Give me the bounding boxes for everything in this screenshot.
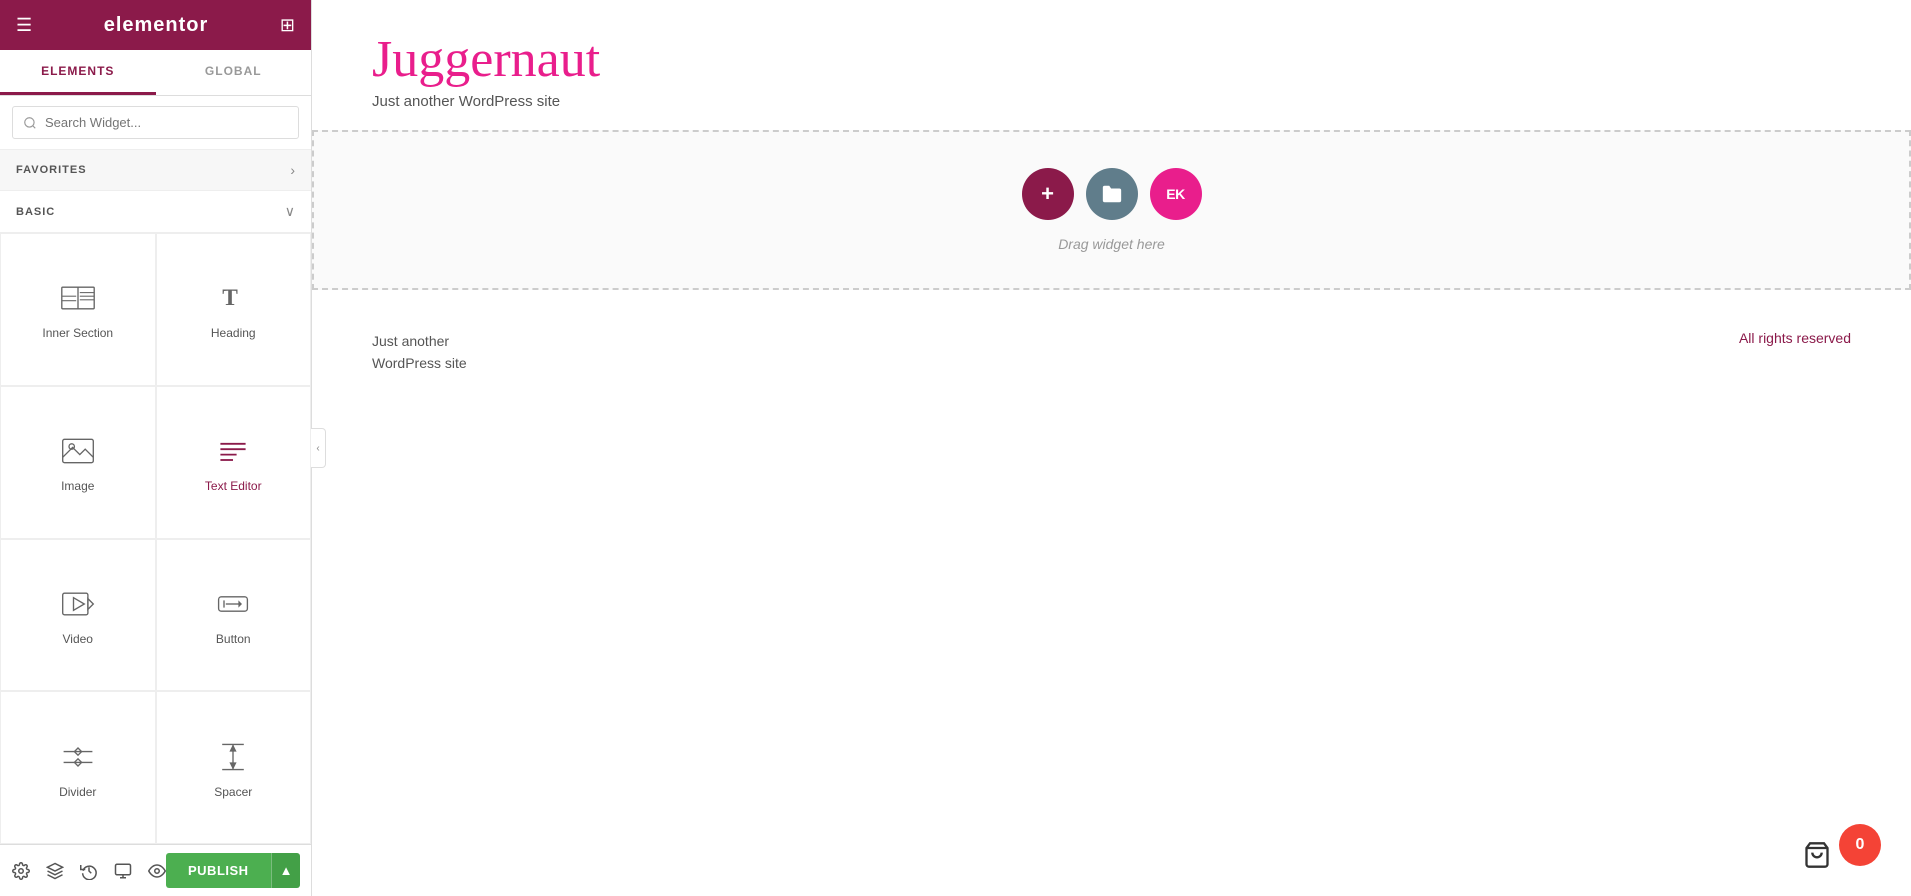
widget-text-editor[interactable]: Text Editor bbox=[156, 386, 312, 539]
button-icon bbox=[213, 584, 253, 624]
inner-section-icon bbox=[58, 278, 98, 318]
widget-video[interactable]: Video bbox=[0, 539, 156, 692]
add-element-button[interactable]: + bbox=[1022, 168, 1074, 220]
cart-badge[interactable]: 0 bbox=[1839, 824, 1881, 866]
widget-divider[interactable]: Divider bbox=[0, 691, 156, 844]
heading-label: Heading bbox=[211, 326, 256, 340]
favorites-arrow-icon: › bbox=[290, 162, 295, 178]
video-icon bbox=[58, 584, 98, 624]
basic-label: BASIC bbox=[16, 206, 55, 218]
hamburger-menu-icon[interactable]: ☰ bbox=[16, 15, 32, 36]
grid-icon[interactable]: ⊞ bbox=[280, 15, 295, 36]
widget-image[interactable]: Image bbox=[0, 386, 156, 539]
widget-inner-section[interactable]: Inner Section bbox=[0, 233, 156, 386]
divider-label: Divider bbox=[59, 785, 96, 799]
widget-heading[interactable]: T Heading bbox=[156, 233, 312, 386]
settings-icon[interactable] bbox=[12, 862, 30, 880]
button-label: Button bbox=[216, 632, 251, 646]
heading-icon: T bbox=[213, 278, 253, 318]
cart-icon[interactable] bbox=[1803, 841, 1831, 876]
folder-button[interactable] bbox=[1086, 168, 1138, 220]
image-label: Image bbox=[61, 479, 94, 493]
spacer-label: Spacer bbox=[214, 785, 252, 799]
sidebar-tabs: ELEMENTS GLOBAL bbox=[0, 50, 311, 96]
basic-arrow-icon: ∨ bbox=[285, 203, 295, 220]
canvas-inner: Juggernaut Just another WordPress site +… bbox=[312, 0, 1911, 896]
text-editor-icon bbox=[213, 431, 253, 471]
divider-icon bbox=[58, 737, 98, 777]
site-title: Juggernaut bbox=[372, 30, 1851, 89]
sidebar-footer: PUBLISH ▲ bbox=[0, 844, 311, 896]
site-header: Juggernaut Just another WordPress site bbox=[312, 0, 1911, 130]
layers-icon[interactable] bbox=[46, 862, 64, 880]
site-footer: Just anotherWordPress site All rights re… bbox=[312, 290, 1911, 395]
tab-global[interactable]: GLOBAL bbox=[156, 50, 312, 95]
tab-elements[interactable]: ELEMENTS bbox=[0, 50, 156, 95]
widgets-grid: Inner Section T Heading Image bbox=[0, 233, 311, 844]
ek-button[interactable]: EK bbox=[1150, 168, 1202, 220]
responsive-icon[interactable] bbox=[114, 862, 132, 880]
spacer-icon bbox=[213, 737, 253, 777]
inner-section-label: Inner Section bbox=[42, 326, 113, 340]
publish-button[interactable]: PUBLISH bbox=[166, 853, 271, 888]
footer-left-text: Just anotherWordPress site bbox=[372, 330, 467, 375]
main-canvas: Juggernaut Just another WordPress site +… bbox=[312, 0, 1911, 896]
sidebar: ☰ elementor ⊞ ELEMENTS GLOBAL FAVORITES … bbox=[0, 0, 312, 896]
image-icon bbox=[58, 431, 98, 471]
widget-button[interactable]: Button bbox=[156, 539, 312, 692]
publish-btn-group: PUBLISH ▲ bbox=[166, 853, 300, 888]
favorites-label: FAVORITES bbox=[16, 164, 87, 176]
drop-zone-text: Drag widget here bbox=[1058, 236, 1165, 252]
footer-right-text: All rights reserved bbox=[1739, 330, 1851, 346]
drop-zone-buttons: + EK bbox=[1022, 168, 1202, 220]
site-tagline: Just another WordPress site bbox=[372, 93, 1851, 110]
drop-zone[interactable]: + EK Drag widget here bbox=[312, 130, 1911, 290]
search-container bbox=[0, 96, 311, 150]
history-icon[interactable] bbox=[80, 862, 98, 880]
collapse-sidebar-handle[interactable]: ‹ bbox=[311, 428, 326, 468]
text-editor-label: Text Editor bbox=[205, 479, 262, 493]
elementor-logo: elementor bbox=[104, 14, 209, 37]
search-input[interactable] bbox=[12, 106, 299, 139]
publish-dropdown-button[interactable]: ▲ bbox=[271, 853, 301, 888]
video-label: Video bbox=[63, 632, 93, 646]
widget-spacer[interactable]: Spacer bbox=[156, 691, 312, 844]
svg-text:T: T bbox=[222, 286, 238, 312]
favorites-section-header[interactable]: FAVORITES › bbox=[0, 150, 311, 191]
footer-icons bbox=[12, 862, 166, 880]
preview-icon[interactable] bbox=[148, 862, 166, 880]
basic-section-header[interactable]: BASIC ∨ bbox=[0, 191, 311, 233]
sidebar-header: ☰ elementor ⊞ bbox=[0, 0, 311, 50]
